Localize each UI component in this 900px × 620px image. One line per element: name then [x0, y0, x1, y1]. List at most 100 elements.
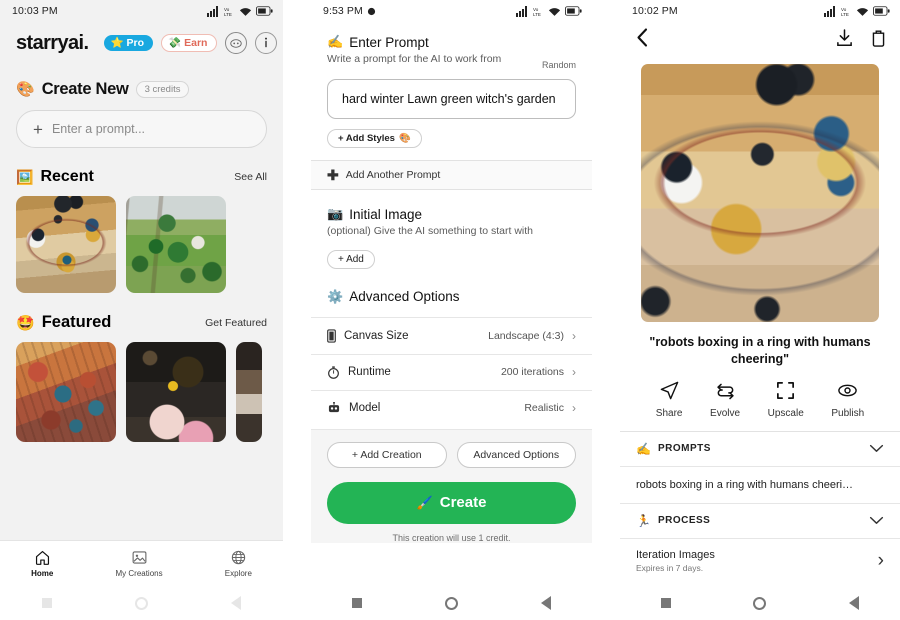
generated-image[interactable] [641, 64, 879, 322]
svg-text:LTE: LTE [224, 12, 232, 17]
prompts-text: robots boxing in a ring with humans chee… [620, 467, 900, 504]
evolve-button[interactable]: Evolve [710, 380, 740, 419]
status-bar: 10:03 PM VoLTE [0, 0, 283, 22]
plus-icon: ✚ [327, 168, 339, 182]
home-body: 🎨 Create New 3 credits + Enter a prompt.… [0, 80, 283, 442]
writing-hand-icon: ✍️ [327, 34, 343, 50]
status-icons: VoLTE [516, 6, 582, 17]
advanced-options-header[interactable]: ⚙️ Advanced Options [327, 289, 576, 305]
trash-icon[interactable] [871, 29, 886, 52]
option-value-runtime: 200 iterations [501, 366, 564, 378]
battery-icon [565, 6, 582, 16]
add-initial-image-button[interactable]: + Add [327, 250, 375, 269]
app-badge-icon [367, 7, 376, 16]
publish-button[interactable]: Publish [831, 380, 864, 419]
enter-prompt-header: ✍️ Enter Prompt [327, 34, 576, 50]
recent-thumbnail-garden[interactable] [126, 196, 226, 293]
back-button[interactable] [849, 596, 859, 610]
earn-badge-button[interactable]: 💸 Earn [161, 34, 217, 53]
app-logo: starryai. [16, 32, 88, 55]
prompt-input-value: hard winter Lawn green witch's garden [342, 92, 556, 106]
enter-prompt-subtitle: Write a prompt for the AI to work from [327, 52, 501, 68]
prompt-entry-button[interactable]: + Enter a prompt... [16, 110, 267, 148]
recents-button[interactable] [42, 598, 52, 608]
chevron-down-icon[interactable] [869, 444, 884, 453]
credits-badge: 3 credits [136, 81, 190, 98]
phone-screen-home: 10:03 PM VoLTE starryai. ⭐ Pro 💸 Earn [0, 0, 283, 620]
add-another-prompt-button[interactable]: ✚ Add Another Prompt [311, 160, 592, 190]
chevron-right-icon: › [878, 550, 884, 572]
home-button[interactable] [135, 597, 148, 610]
status-bar: 10:02 PM VoLTE [620, 0, 900, 22]
recents-button[interactable] [352, 598, 362, 608]
palette-icon: 🎨 [16, 82, 35, 97]
discord-icon[interactable] [225, 32, 247, 54]
status-bar: 9:53 PM VoLTE [311, 0, 592, 22]
sidebar-item-explore[interactable]: Explore [225, 549, 252, 578]
create-form: ✍️ Enter Prompt Write a prompt for the A… [311, 34, 592, 148]
prompts-label: PROMPTS [658, 443, 711, 454]
create-new-title: Create New [42, 80, 129, 99]
robot-icon [327, 402, 341, 414]
signal-icon [207, 6, 220, 17]
iteration-subtitle: Expires in 7 days. [636, 563, 715, 573]
wifi-icon [856, 6, 869, 17]
option-value-canvas-size: Landscape (4:3) [488, 330, 564, 342]
process-label: PROCESS [658, 515, 710, 526]
option-row-canvas-size[interactable]: Canvas Size Landscape (4:3) › [311, 317, 592, 354]
status-time: 10:02 PM [632, 5, 678, 17]
share-button[interactable]: Share [656, 380, 683, 419]
info-icon[interactable] [255, 32, 277, 54]
battery-icon [873, 6, 890, 16]
pro-badge-button[interactable]: ⭐ Pro [104, 35, 153, 52]
create-button[interactable]: 🖌️ Create [327, 482, 576, 524]
android-system-bar [0, 586, 283, 620]
advanced-options-label: Advanced Options [473, 449, 559, 461]
add-styles-button[interactable]: + Add Styles 🎨 [327, 129, 422, 148]
prompts-section-header[interactable]: ✍️ PROMPTS [620, 431, 900, 467]
add-creation-button[interactable]: + Add Creation [327, 442, 447, 468]
back-button[interactable] [541, 596, 551, 610]
back-icon[interactable] [636, 28, 649, 52]
featured-thumbnail-3[interactable] [236, 342, 262, 442]
featured-thumbnail-2[interactable] [126, 342, 226, 442]
volte-icon: VoLTE [224, 6, 235, 17]
prompt-input[interactable]: hard winter Lawn green witch's garden [327, 79, 576, 119]
featured-thumbnail-1[interactable] [16, 342, 116, 442]
chevron-right-icon: › [572, 366, 576, 378]
picture-icon: 🖼️ [16, 169, 33, 186]
see-all-link[interactable]: See All [234, 171, 267, 183]
recents-button[interactable] [661, 598, 671, 608]
nav-label-explore: Explore [225, 569, 252, 578]
featured-header: 🤩 Featured Get Featured [16, 313, 267, 332]
option-row-model[interactable]: Model Realistic › [311, 390, 592, 425]
option-value-model: Realistic [524, 402, 564, 414]
image-icon [131, 549, 148, 566]
sidebar-item-home[interactable]: Home [31, 549, 53, 578]
home-button[interactable] [753, 597, 766, 610]
get-featured-link[interactable]: Get Featured [205, 317, 267, 329]
process-section-header[interactable]: 🏃 PROCESS [620, 504, 900, 539]
chevron-down-icon[interactable] [869, 516, 884, 525]
iteration-images-row[interactable]: Iteration Images Expires in 7 days. › [620, 539, 900, 583]
android-system-bar [620, 586, 900, 620]
app-header: starryai. ⭐ Pro 💸 Earn [0, 22, 283, 64]
option-row-runtime[interactable]: Runtime 200 iterations › [311, 354, 592, 390]
pro-badge-label: Pro [127, 38, 145, 49]
recent-thumbnail-robots[interactable] [16, 196, 116, 293]
home-button[interactable] [445, 597, 458, 610]
palette-icon: 🎨 [399, 133, 411, 144]
signal-icon [824, 6, 837, 17]
advanced-options-title: Advanced Options [349, 289, 459, 304]
sidebar-item-my-creations[interactable]: My Creations [115, 549, 162, 578]
add-initial-image-label: + Add [338, 254, 364, 265]
chevron-right-icon: › [572, 402, 576, 414]
option-label-model: Model [349, 402, 380, 414]
advanced-options-button[interactable]: Advanced Options [457, 442, 577, 468]
download-icon[interactable] [836, 29, 853, 52]
random-link[interactable]: Random [542, 52, 576, 70]
featured-title: Featured [42, 313, 112, 332]
option-label-canvas-size: Canvas Size [344, 330, 409, 342]
back-button[interactable] [231, 596, 241, 610]
upscale-button[interactable]: Upscale [768, 380, 804, 419]
